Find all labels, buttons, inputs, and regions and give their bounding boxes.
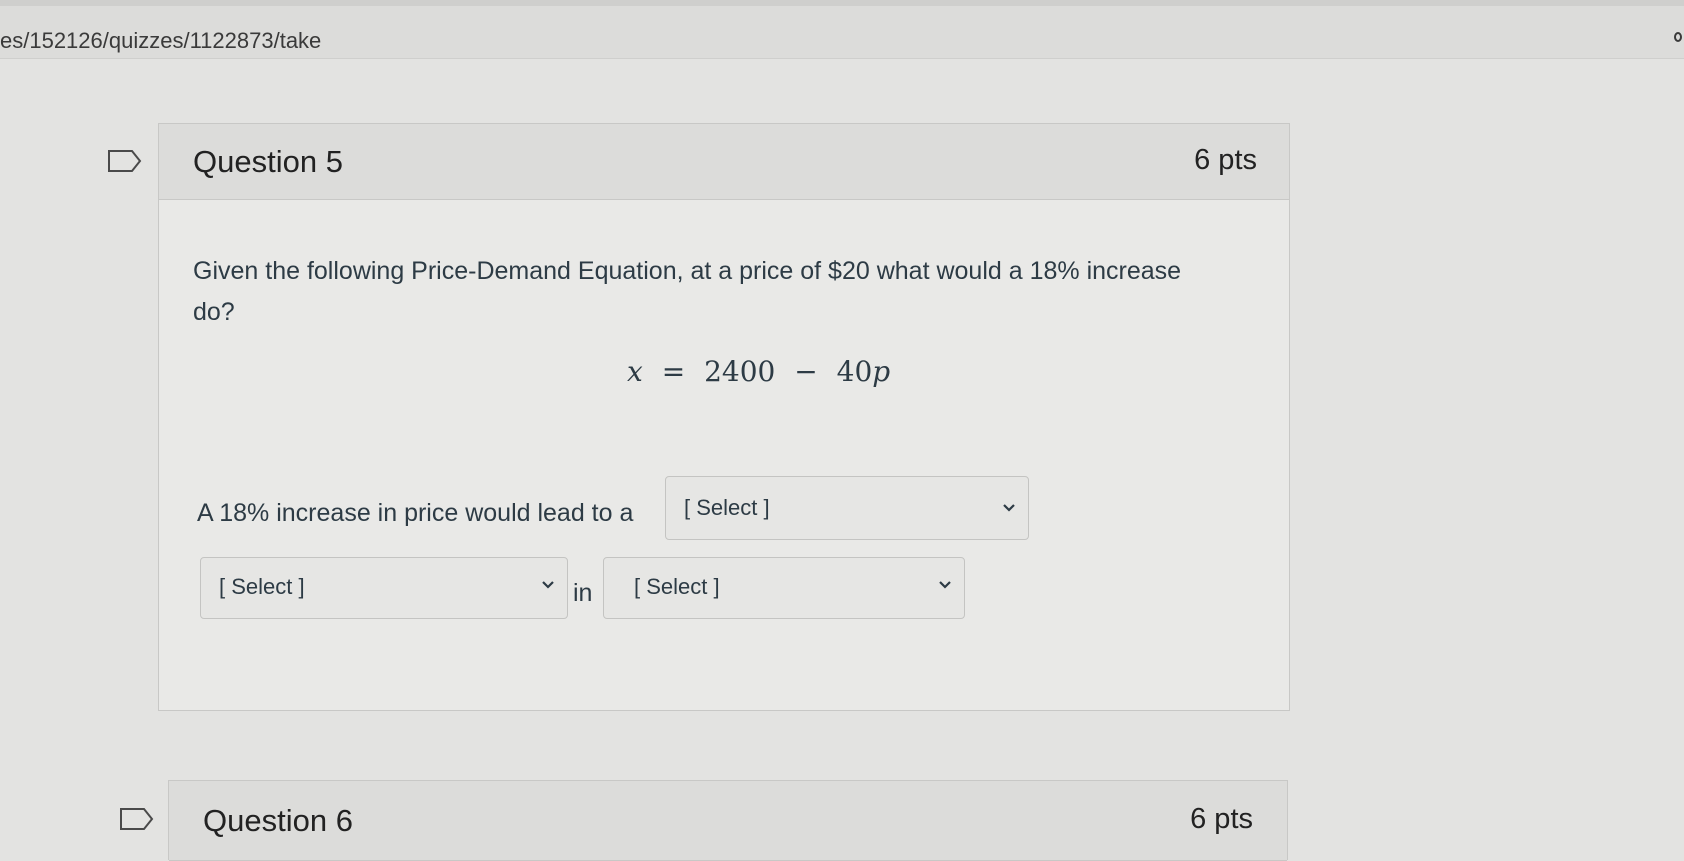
question-6-card: Question 6 6 pts xyxy=(168,780,1288,861)
flag-bookmark-icon[interactable] xyxy=(108,150,142,172)
question-6-points: 6 pts xyxy=(1190,803,1253,835)
question-6-title: Question 6 xyxy=(203,803,353,838)
chevron-down-icon[interactable] xyxy=(1002,503,1016,513)
equation-equals: = xyxy=(661,355,686,388)
equation-lhs: x xyxy=(627,355,643,388)
chevron-down-icon[interactable] xyxy=(541,580,555,590)
address-bar[interactable]: es/152126/quizzes/1122873/take xyxy=(0,6,1684,59)
chevron-down-icon[interactable] xyxy=(938,580,952,590)
equation-variable: p xyxy=(872,355,891,388)
question-5-title: Question 5 xyxy=(193,144,343,179)
measure-select[interactable]: [ Select ] xyxy=(603,557,965,619)
question-6-header: Question 6 6 pts xyxy=(169,781,1287,861)
change-type-select[interactable]: [ Select ] xyxy=(665,476,1029,540)
equation-minus: − xyxy=(794,355,818,388)
price-demand-equation: x = 2400 − 40p xyxy=(627,355,890,388)
question-5-header: Question 5 6 pts xyxy=(159,124,1289,200)
question-5-card: Question 5 6 pts Given the following Pri… xyxy=(158,123,1290,711)
question-5-points: 6 pts xyxy=(1194,144,1257,176)
in-label: in xyxy=(573,579,593,607)
amount-select-value: [ Select ] xyxy=(219,574,305,599)
question-5-prompt: Given the following Price-Demand Equatio… xyxy=(193,257,1182,326)
measure-select-value: [ Select ] xyxy=(634,574,720,599)
amount-select[interactable]: [ Select ] xyxy=(200,557,568,619)
url-text[interactable]: es/152126/quizzes/1122873/take xyxy=(0,28,321,54)
change-type-select-value: [ Select ] xyxy=(684,495,770,520)
flag-bookmark-icon[interactable] xyxy=(120,808,154,830)
equation-coefficient: 40 xyxy=(836,355,873,388)
extension-icon[interactable] xyxy=(1674,32,1682,42)
equation-constant: 2400 xyxy=(704,355,776,388)
answer-sentence-lead: A 18% increase in price would lead to a xyxy=(197,499,634,527)
